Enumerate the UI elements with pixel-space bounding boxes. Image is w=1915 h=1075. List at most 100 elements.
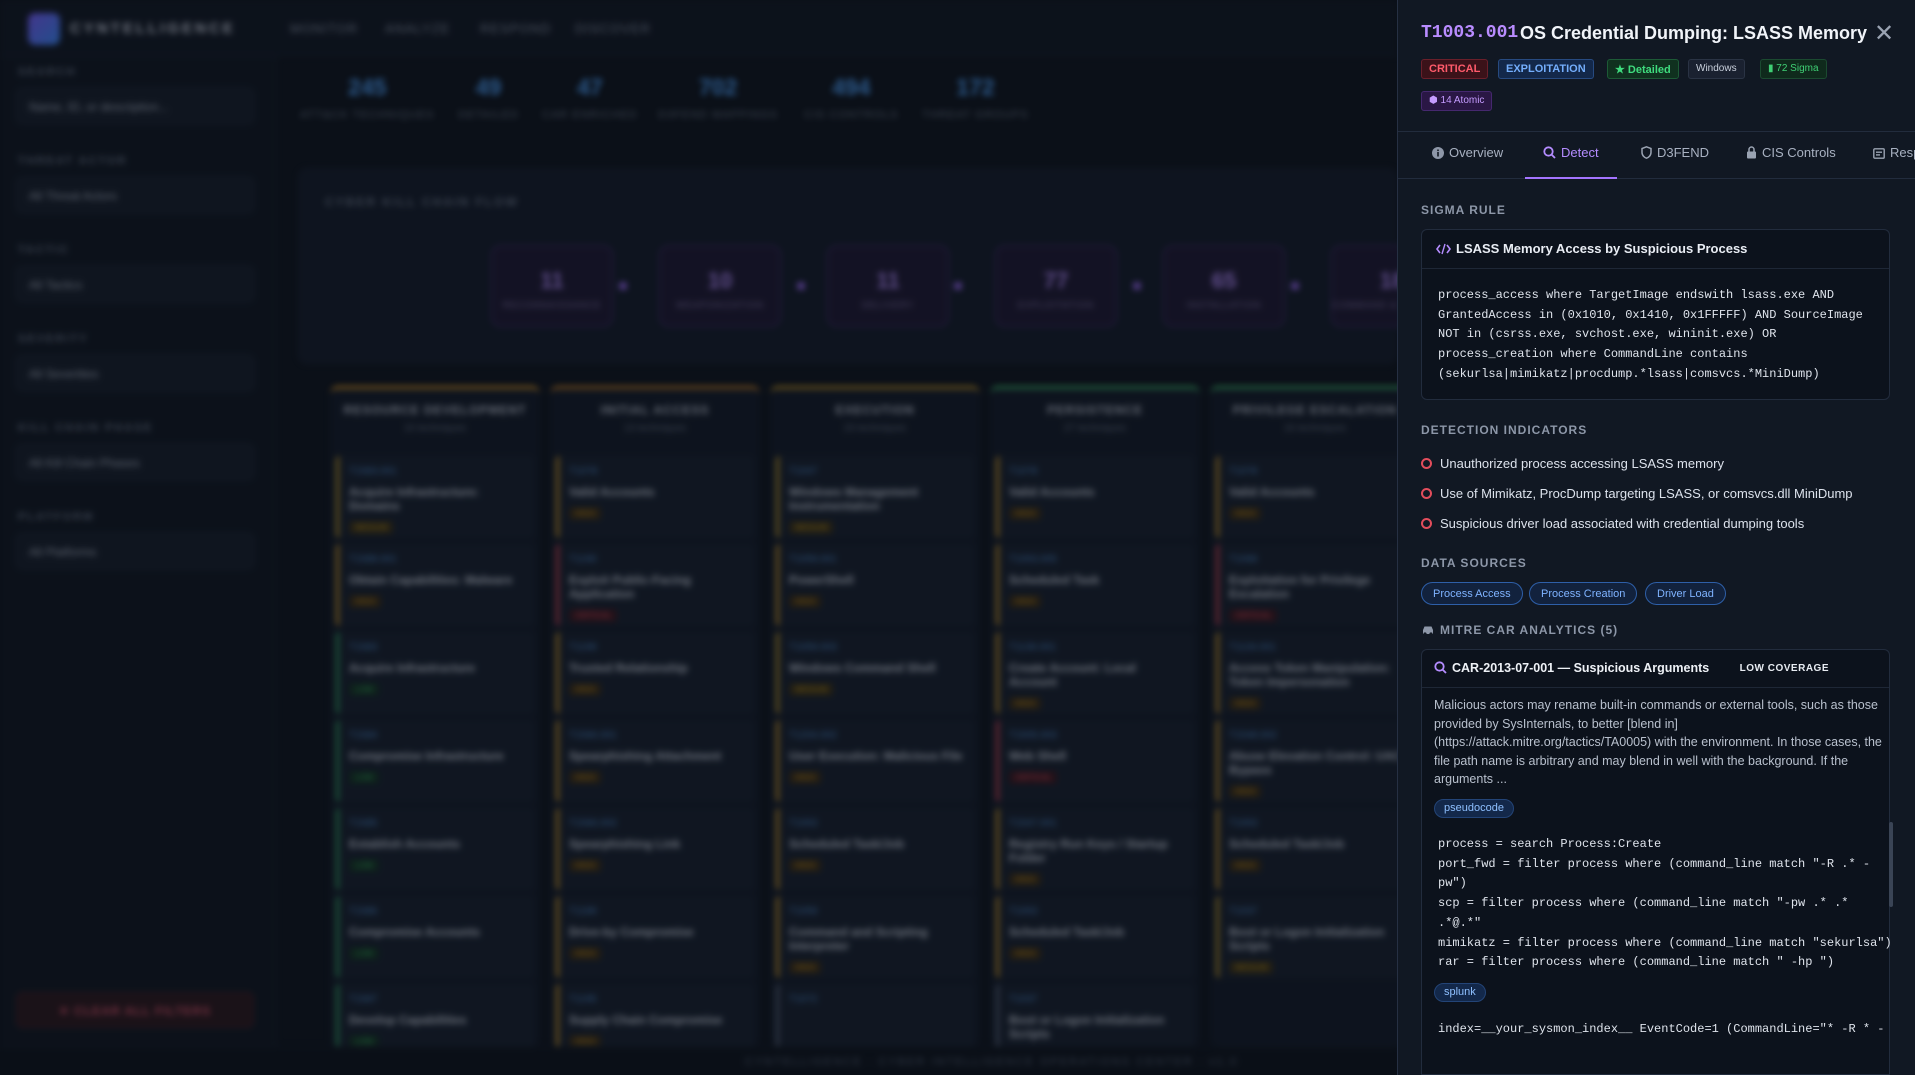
kill-chain-select[interactable]: All Kill Chain Phases — [16, 444, 254, 480]
data-source-tag[interactable]: Driver Load — [1645, 582, 1726, 605]
technique-card-id: T1053.005 — [1009, 554, 1057, 565]
severity-tag: HIGH — [1009, 873, 1041, 886]
technique-card-name: Boot or Logon Initialization Scripts — [1229, 925, 1385, 953]
sigma-rule-title: LSASS Memory Access by Suspicious Proces… — [1456, 241, 1748, 256]
technique-card-id: T1059 — [789, 906, 818, 917]
technique-card-name: Exploitation for Privilege Escalation — [1229, 573, 1371, 601]
language-tag-pseudocode: pseudocode — [1434, 799, 1514, 818]
technique-card-id: T1053 — [1229, 818, 1258, 829]
technique-card[interactable]: T1548.002 Abuse Elevation Control: UAC By… — [1216, 720, 1414, 802]
technique-card[interactable]: T1053.005 Scheduled Task HIGH — [996, 544, 1194, 626]
nav-monitor[interactable]: MONITOR — [290, 21, 358, 36]
technique-card-name: Web Shell — [1009, 749, 1067, 763]
matrix-column-header: EXECUTION 23 techniques — [770, 386, 980, 450]
technique-card[interactable]: T1190 Exploit Public-Facing Application CR… — [556, 544, 754, 626]
matrix-column-count: 27 techniques — [1063, 423, 1127, 434]
technique-card[interactable]: T1505.003 Web Shell CRITICAL — [996, 720, 1194, 802]
panel-tabs: Overview Detect D3FEND CIS Controls Resp… — [1398, 133, 1915, 179]
technique-card-name: Supply Chain Compromise — [569, 1013, 723, 1027]
technique-card[interactable]: T1047 Windows Management Instrumentation M… — [776, 456, 974, 538]
panel-scrollbar[interactable] — [1889, 822, 1893, 907]
tab-d3fend[interactable]: D3FEND — [1641, 133, 1709, 179]
search-input[interactable]: Name, ID, or description... — [16, 88, 254, 124]
technique-card[interactable]: T1059.001 PowerShell HIGH — [776, 544, 974, 626]
technique-card[interactable]: T1204.002 User Execution: Malicious File H… — [776, 720, 974, 802]
technique-card[interactable]: T1588.001 Obtain Capabilities: Malware HIG… — [336, 544, 534, 626]
filter-label-tactic: TACTIC — [18, 244, 70, 256]
kc-connector — [797, 282, 805, 290]
technique-card[interactable]: T1134.001 Access Token Manipulation: Toke… — [1216, 632, 1414, 714]
sigma-section-label: SIGMA RULE — [1421, 203, 1506, 217]
kc-node-delivery[interactable]: 11 DELIVERY — [827, 245, 949, 327]
kc-node-installation[interactable]: 65 INSTALLATION — [1163, 245, 1285, 327]
kc-node-recon[interactable]: 11 RECONNAISSANCE — [491, 245, 613, 327]
nav-discover[interactable]: DISCOVER — [575, 21, 651, 36]
tab-detect[interactable]: Detect — [1525, 133, 1617, 179]
technique-card[interactable]: T1053 Scheduled Task/Job HIGH — [776, 808, 974, 890]
target-icon — [1421, 458, 1432, 469]
technique-card[interactable]: T1583.001 Acquire Infrastructure: Domains… — [336, 456, 534, 538]
technique-card-name: Acquire Infrastructure — [349, 661, 476, 675]
clear-filters-button[interactable]: ✕ CLEAR ALL FILTERS — [16, 992, 254, 1028]
technique-card[interactable]: T1566.002 Spearphishing Link HIGH — [556, 808, 754, 890]
kc-node-weaponization[interactable]: 10 WEAPONIZATION — [659, 245, 781, 327]
technique-card-name: Compromise Accounts — [349, 925, 480, 939]
technique-card[interactable]: T1037 Boot or Logon Initialization Script… — [1216, 896, 1414, 978]
matrix-column-header: RESOURCE DEVELOPMENT 10 techniques — [330, 386, 540, 450]
technique-card[interactable]: T1566.001 Spearphishing Attachment HIGH — [556, 720, 754, 802]
technique-card[interactable]: T1053 Scheduled Task/Job HIGH — [996, 896, 1194, 978]
platform-select[interactable]: All Platforms — [16, 533, 254, 569]
matrix-column-count: 23 techniques — [843, 423, 907, 434]
matrix-column-title: EXECUTION — [835, 403, 915, 417]
car-analytic-header[interactable]: CAR-2013-07-001 — Suspicious Arguments LO… — [1422, 650, 1889, 688]
technique-card-name: Valid Accounts — [1229, 485, 1315, 499]
kill-chain-flow: CYBER KILL CHAIN FLOW 11 RECONNAISSANCE 1… — [298, 168, 1453, 364]
technique-card[interactable]: T1078 Valid Accounts HIGH — [996, 456, 1194, 538]
matrix-column-title: RESOURCE DEVELOPMENT — [343, 403, 527, 417]
tab-overview[interactable]: Overview — [1432, 133, 1503, 179]
technique-card[interactable]: T1189 Drive-by Compromise HIGH — [556, 896, 754, 978]
severity-tag: LOW — [349, 771, 380, 784]
technique-card-id: T1136.001 — [1009, 642, 1057, 653]
technique-card[interactable]: T1078 Valid Accounts HIGH — [1216, 456, 1414, 538]
matrix-column: EXECUTION 23 techniques T1047 Windows Manag… — [770, 386, 980, 1066]
atomic-icon: ⬢ — [1429, 95, 1441, 106]
nav-analyze[interactable]: ANALYZE — [385, 21, 450, 36]
dashboard-background: CYNTELLIGENCE MONITOR ANALYZE RESPOND DI… — [0, 0, 1453, 1075]
kc-node-exploitation[interactable]: 77 EXPLOITATION — [995, 245, 1117, 327]
tab-cis-controls[interactable]: CIS Controls — [1746, 133, 1836, 179]
severity-tag: HIGH — [569, 507, 601, 520]
technique-card[interactable]: T1585 Establish Accounts LOW — [336, 808, 534, 890]
tactic-select[interactable]: All Tactics — [16, 266, 254, 302]
technique-card[interactable]: T1078 Valid Accounts HIGH — [556, 456, 754, 538]
technique-card[interactable]: T1584 Compromise Infrastructure LOW — [336, 720, 534, 802]
lock-icon — [1746, 146, 1757, 162]
technique-card[interactable]: T1059 Command and Scripting Interpreter HI… — [776, 896, 974, 978]
technique-card[interactable]: T1199 Trusted Relationship HIGH — [556, 632, 754, 714]
data-source-tag[interactable]: Process Access — [1421, 582, 1523, 605]
data-source-tag[interactable]: Process Creation — [1529, 582, 1638, 605]
nav-respond[interactable]: RESPOND — [480, 21, 551, 36]
car-splunk-query: index=__your_sysmon_index__ EventCode=1 … — [1438, 1022, 1885, 1036]
top-navbar: CYNTELLIGENCE MONITOR ANALYZE RESPOND DI… — [0, 0, 1397, 56]
technique-card-name: Abuse Elevation Control: UAC Bypass — [1229, 749, 1402, 777]
technique-card-id: T1190 — [569, 554, 597, 565]
footer-text: CYNTELLIGENCE · CYBER INTELLIGENCE OPERA… — [745, 1056, 1239, 1068]
technique-card-id: T1037 — [1009, 994, 1038, 1005]
sigma-count-badge: ▮ 72 Sigma — [1760, 59, 1827, 79]
technique-title: OS Credential Dumping: LSASS Memory — [1520, 23, 1868, 43]
close-icon[interactable]: ✕ — [1874, 20, 1894, 48]
technique-card[interactable]: T1059.003 Windows Command Shell MEDIUM — [776, 632, 974, 714]
technique-card[interactable]: T1053 Scheduled Task/Job HIGH — [1216, 808, 1414, 890]
technique-card[interactable]: T1547.001 Registry Run Keys / Startup Fol… — [996, 808, 1194, 890]
technique-card[interactable]: T1583 Acquire Infrastructure LOW — [336, 632, 534, 714]
technique-card[interactable]: T1136.001 Create Account: Local Account HI… — [996, 632, 1194, 714]
tab-response[interactable]: Response — [1873, 133, 1915, 179]
sigma-rule-code: process_access where TargetImage endswit… — [1438, 288, 1863, 381]
technique-card[interactable]: T1068 Exploitation for Privilege Escalati… — [1216, 544, 1414, 626]
technique-card-name: Acquire Infrastructure: Domains — [349, 485, 480, 513]
severity-select[interactable]: All Severities — [16, 355, 254, 391]
technique-card[interactable]: T1586 Compromise Accounts LOW — [336, 896, 534, 978]
threat-actor-select[interactable]: All Threat Actors — [16, 177, 254, 213]
indicator-item: Use of Mimikatz, ProcDump targeting LSAS… — [1421, 486, 1853, 501]
